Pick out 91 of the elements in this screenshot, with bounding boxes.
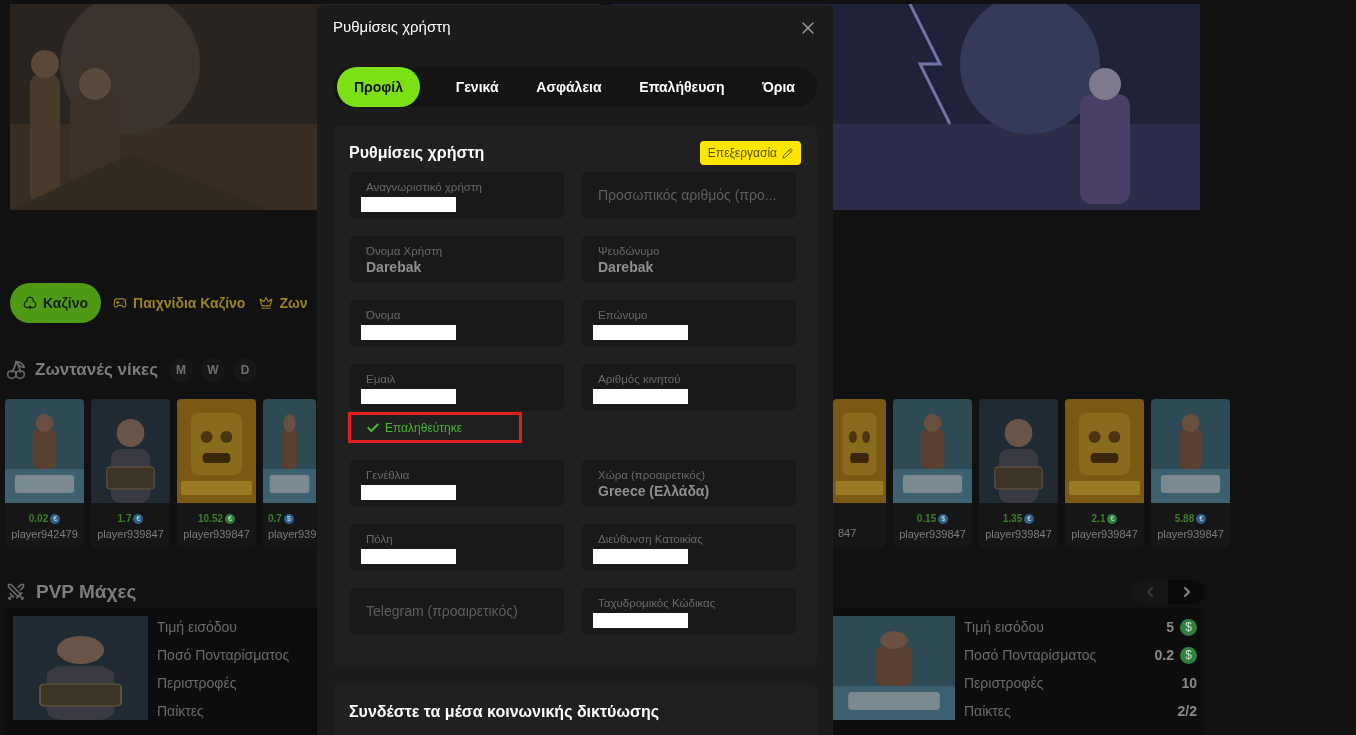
- stat-label: Ποσό Πονταρίσματος: [157, 646, 290, 665]
- input-field[interactable]: Χώρα (προαιρετικός) Greece (Ελλάδα): [581, 460, 796, 508]
- category-icon: [113, 296, 128, 310]
- settings-tab[interactable]: Όρια: [760, 67, 797, 108]
- input-field[interactable]: Αριθμός κινητού: [581, 364, 796, 412]
- stat-label: Τιμή εισόδου: [157, 618, 238, 637]
- win-amount: 0.15: [916, 512, 937, 526]
- settings-tab[interactable]: Προφίλ: [337, 67, 420, 108]
- settings-tab[interactable]: Επαλήθευση: [637, 67, 727, 108]
- card-title: Ρυθμίσεις χρήστη: [349, 143, 485, 164]
- field-value: Greece (Ελλάδα): [598, 481, 711, 500]
- player-name: player939847: [1071, 527, 1138, 542]
- filter-chip[interactable]: D: [233, 358, 258, 382]
- field-value: Darebak: [366, 257, 423, 276]
- input-field[interactable]: Επώνυμο: [581, 300, 796, 348]
- placeholder-input[interactable]: Προσωπικός αριθμός (προ...: [598, 185, 779, 207]
- battle-card[interactable]: Τιμή εισόδου Ποσό Πονταρίσματος Περιστροφές Παίκτες: [5, 608, 317, 735]
- stat-label: Περιστροφές: [964, 674, 1044, 693]
- swords-icon: [6, 582, 26, 602]
- dialog-title: Ρυθμίσεις χρήστη: [333, 17, 451, 38]
- field-label: Αριθμός κινητού: [598, 371, 682, 386]
- field-value: Darebak: [598, 257, 655, 276]
- category-tab[interactable]: Παιχνίδια Καζίνο: [111, 283, 248, 323]
- settings-tab[interactable]: Γενικά: [453, 67, 501, 108]
- win-amount: 0.7: [268, 512, 282, 526]
- win-amount: 2.1: [1091, 512, 1106, 526]
- category-icon: [259, 296, 274, 310]
- filter-chip[interactable]: M: [169, 358, 194, 382]
- stat-value: 10: [1181, 674, 1197, 693]
- player-name: player942479: [11, 527, 78, 542]
- field-label: Διεύθυνση Κατοικίας: [598, 531, 704, 546]
- stat-value: 5: [1166, 618, 1174, 637]
- player-name: player939847: [1157, 527, 1224, 542]
- field-label: Εμαιλ: [366, 371, 397, 386]
- stat-label: Παίκτες: [157, 702, 205, 721]
- input-field[interactable]: Αναγνωριστικό χρήστη: [349, 172, 564, 220]
- win-amount: 1.35: [1002, 512, 1023, 526]
- field-label: Όνομα: [366, 307, 402, 322]
- input-field[interactable]: Πόλη: [349, 524, 564, 572]
- field-label: Επώνυμο: [598, 307, 649, 322]
- filter-chip[interactable]: W: [201, 358, 226, 382]
- field-label: Χώρα (προαιρετικός): [598, 467, 707, 482]
- stat-label: Ποσό Πονταρίσματος: [964, 646, 1097, 665]
- input-field[interactable]: Διεύθυνση Κατοικίας: [581, 524, 796, 572]
- field-label: Γενέθλια: [366, 467, 411, 482]
- stat-label: Τιμή εισόδου: [964, 618, 1044, 637]
- category-tab[interactable]: Καζίνο: [10, 283, 102, 323]
- player-name: 847: [838, 526, 857, 541]
- check-icon: [366, 420, 380, 435]
- stat-label: Παίκτες: [964, 702, 1011, 721]
- next-button[interactable]: [1168, 580, 1205, 604]
- win-amount: 10.52: [198, 512, 223, 526]
- stat-value: 0.2: [1154, 646, 1174, 665]
- input-field[interactable]: Γενέθλια: [349, 460, 564, 508]
- currency-coin: $: [1180, 647, 1197, 664]
- field-label: Ταχυδρομικός Κώδικας: [598, 595, 717, 610]
- input-field[interactable]: Όνομα Χρήστη Darebak: [349, 236, 564, 284]
- verified-label: Επαληθεύτηκε: [385, 419, 463, 437]
- currency-coin: $: [1180, 619, 1197, 636]
- section-title: Ζωντανές νίκες: [35, 359, 159, 382]
- player-name: player939847: [899, 527, 966, 542]
- settings-tab[interactable]: Ασφάλεια: [534, 67, 604, 108]
- input-field[interactable]: Telegram (προαιρετικός): [349, 588, 564, 636]
- player-name: player939847: [183, 527, 250, 542]
- game-card[interactable]: 847: [833, 399, 886, 547]
- stat-label: Περιστροφές: [157, 674, 238, 693]
- field-label: Πόλη: [366, 531, 394, 546]
- input-field[interactable]: Ταχυδρομικός Κώδικας: [581, 588, 796, 636]
- card-title: Συνδέστε τα μέσα κοινωνικής δικτύωσης: [349, 703, 659, 721]
- input-field[interactable]: Ψευδώνυμο Darebak: [581, 236, 796, 284]
- field-label: Αναγνωριστικό χρήστη: [366, 179, 483, 194]
- edit-button[interactable]: Επεξεργασία: [699, 141, 801, 166]
- player-name: player939847: [985, 527, 1052, 542]
- category-tab[interactable]: Ζων: [257, 283, 310, 323]
- placeholder-input[interactable]: Telegram (προαιρετικός): [366, 601, 547, 623]
- player-name: player939: [268, 527, 316, 542]
- pencil-icon: [782, 147, 793, 159]
- stat-value: 2/2: [1177, 702, 1197, 721]
- battle-card[interactable]: Τιμή εισόδου 5 $ Ποσό Πονταρίσματος 0.2 $ Περιστροφές 10 Παίκτες 2/2: [833, 608, 1205, 735]
- win-amount: 1.7: [117, 512, 132, 526]
- input-field[interactable]: Εμαιλ: [349, 364, 564, 412]
- input-field[interactable]: Προσωπικός αριθμός (προ...: [581, 172, 796, 220]
- win-amount: 0.02: [28, 512, 49, 526]
- win-amount: 5.88: [1174, 512, 1195, 526]
- category-icon: [23, 296, 37, 310]
- input-field[interactable]: Όνομα: [349, 300, 564, 348]
- field-label: Ψευδώνυμο: [598, 243, 661, 258]
- field-label: Όνομα Χρήστη: [366, 243, 444, 258]
- cherry-icon: [6, 360, 26, 380]
- section-title: PVP Μάχες: [36, 579, 137, 604]
- player-name: player939847: [97, 527, 164, 542]
